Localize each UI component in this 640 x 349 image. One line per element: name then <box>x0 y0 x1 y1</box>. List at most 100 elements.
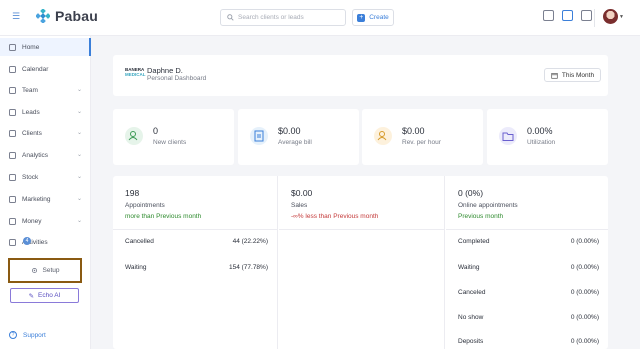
menu-toggle-icon[interactable]: ☰ <box>12 11 22 21</box>
sidebar-item-label: Leads <box>22 108 40 116</box>
row-value: 0 (0.00%) <box>570 264 599 271</box>
analytics-icon <box>9 151 16 159</box>
online-label: Online appointments <box>458 202 518 209</box>
calendar-icon <box>551 72 558 79</box>
gear-icon <box>31 267 37 274</box>
sales-column: $0.00 Sales -∞% less than Previous month <box>279 176 445 349</box>
bill-icon <box>250 127 268 145</box>
leads-icon <box>9 108 16 116</box>
sidebar-item-money[interactable]: Money ⌄ <box>0 212 91 230</box>
table-row: No show 0 (0.00%) <box>458 314 599 326</box>
echo-ai-label: Echo AI <box>38 292 61 299</box>
team-icon <box>9 86 16 94</box>
search-input[interactable]: Search clients or leads <box>220 9 346 26</box>
appointments-trend: more than Previous month <box>125 213 202 220</box>
table-row: Waiting 154 (77.78%) <box>125 264 268 276</box>
sidebar-item-marketing[interactable]: Marketing ⌄ <box>0 190 91 208</box>
appointments-value: 198 <box>125 188 140 198</box>
sidebar-item-label: Analytics <box>22 151 49 159</box>
period-select[interactable]: This Month <box>544 68 601 82</box>
table-row: Cancelled 44 (22.22%) <box>125 238 268 250</box>
stat-card-utilization: 0.00% Utilization <box>487 109 608 165</box>
stat-label: Utilization <box>527 139 556 146</box>
folder-icon <box>499 127 517 145</box>
online-value: 0 (0%) <box>458 188 484 198</box>
clinic-logo: BANERA MEDICAL <box>125 67 146 81</box>
stat-card-new-clients: 0 New clients <box>113 109 234 165</box>
sidebar-item-label: Money <box>22 217 42 225</box>
row-label: Canceled <box>458 289 486 296</box>
sales-value: $0.00 <box>291 188 313 198</box>
chevron-down-icon: ⌄ <box>76 174 82 180</box>
help-icon: ? <box>9 331 17 339</box>
calendar-icon <box>9 65 16 73</box>
home-icon <box>9 43 16 51</box>
support-link[interactable]: ? Support <box>9 331 46 339</box>
sales-trend: -∞% less than Previous month <box>291 213 379 220</box>
sidebar-item-leads[interactable]: Leads ⌄ <box>0 103 91 121</box>
dashboard-subtitle: Personal Dashboard <box>147 75 207 82</box>
chevron-down-icon: ⌄ <box>76 109 82 115</box>
online-trend: Previous month <box>458 213 504 220</box>
stat-value: $0.00 <box>402 126 425 136</box>
search-placeholder: Search clients or leads <box>238 14 304 21</box>
appointments-label: Appointments <box>125 202 165 209</box>
row-value: 0 (0.00%) <box>570 338 599 345</box>
search-icon <box>227 14 234 21</box>
row-value: 154 (77.78%) <box>228 264 268 271</box>
chevron-down-icon[interactable]: ▼ <box>619 14 624 20</box>
table-row: Waiting 0 (0.00%) <box>458 264 599 276</box>
sidebar-item-analytics[interactable]: Analytics ⌄ <box>0 146 91 164</box>
stat-label: Average bill <box>278 139 312 146</box>
stock-icon <box>9 173 16 181</box>
plus-icon: + <box>357 13 366 22</box>
row-label: No show <box>458 314 484 321</box>
table-row: Deposits 0 (0.00%) <box>458 338 599 349</box>
row-label: Waiting <box>458 264 480 271</box>
stat-card-average-bill: $0.00 Average bill <box>238 109 359 165</box>
chevron-down-icon: ⌄ <box>76 87 82 93</box>
sidebar-item-home[interactable]: Home <box>0 38 91 56</box>
sparkle-icon: ✎ <box>28 292 35 300</box>
sidebar-item-activities[interactable]: 4 Activities <box>0 233 91 251</box>
row-label: Completed <box>458 238 490 245</box>
app-name: Pabau <box>55 8 99 24</box>
logo-line: MEDICAL <box>125 72 146 77</box>
stat-value: $0.00 <box>278 126 301 136</box>
row-value: 44 (22.22%) <box>232 238 268 245</box>
stat-value: 0 <box>153 126 159 136</box>
notifications-icon[interactable] <box>581 10 592 21</box>
echo-ai-button[interactable]: ✎ Echo AI <box>10 288 79 303</box>
stat-label: Rev. per hour <box>402 139 441 146</box>
sidebar-item-label: Team <box>22 86 38 94</box>
chat-icon[interactable] <box>562 10 573 21</box>
sidebar-item-stock[interactable]: Stock ⌄ <box>0 168 91 186</box>
stat-value: 0.00% <box>527 126 553 136</box>
user-avatar[interactable] <box>603 9 618 24</box>
top-bar: ☰ Pabau Search clients or leads + Create… <box>0 0 640 36</box>
sidebar-item-label: Marketing <box>22 195 51 203</box>
sidebar-item-team[interactable]: Team ⌄ <box>0 81 91 99</box>
sidebar-item-calendar[interactable]: Calendar <box>0 60 91 78</box>
row-label: Deposits <box>458 338 484 345</box>
table-row: Canceled 0 (0.00%) <box>458 289 599 301</box>
user-name: Daphne D. <box>147 66 183 75</box>
divider <box>594 9 595 27</box>
period-label: This Month <box>561 71 595 79</box>
chevron-down-icon: ⌄ <box>76 218 82 224</box>
support-label: Support <box>23 331 46 339</box>
stat-label: New clients <box>153 139 187 146</box>
calendar-icon[interactable] <box>543 10 554 21</box>
sidebar-item-label: Home <box>22 43 40 51</box>
sidebar-item-label: Clients <box>22 129 42 137</box>
app-logo[interactable]: Pabau <box>36 8 98 24</box>
create-button[interactable]: + Create <box>352 9 394 26</box>
sidebar-item-clients[interactable]: Clients ⌄ <box>0 124 91 142</box>
clients-icon <box>9 129 16 137</box>
marketing-icon <box>9 195 16 203</box>
sidebar-item-label: Stock <box>22 173 39 181</box>
setup-button[interactable]: Setup <box>8 258 82 283</box>
sidebar-item-label: Calendar <box>22 65 49 73</box>
metrics-panel: 198 Appointments more than Previous mont… <box>113 176 608 349</box>
stat-card-rev-per-hour: $0.00 Rev. per hour <box>362 109 483 165</box>
